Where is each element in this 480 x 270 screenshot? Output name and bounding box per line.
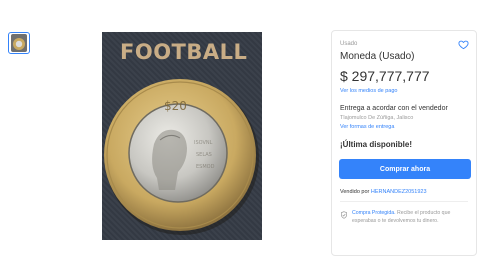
protected-purchase-link[interactable]: Compra Protegida. (352, 210, 396, 216)
buy-now-button[interactable]: Comprar ahora (339, 159, 471, 179)
seller-prefix: Vendido por (340, 189, 371, 195)
svg-text:SELAS: SELAS (196, 152, 212, 158)
payment-methods-link[interactable]: Ver los medios de pago (340, 88, 397, 94)
main-product-image[interactable]: FOOTBALL ISOVNL SELAS ESMOD $20 (102, 32, 262, 240)
condition-label: Usado (340, 41, 358, 47)
delivery-methods-link[interactable]: Ver formas de entrega (340, 124, 394, 130)
protected-purchase-text: Compra Protegida. Recibe el producto que… (352, 210, 470, 226)
product-title: Moneda (Usado) (340, 51, 415, 62)
svg-text:ESMOD: ESMOD (196, 164, 215, 170)
seller-line: Vendido por HERNANDEZ2051923 (340, 189, 427, 195)
svg-text:$20: $20 (164, 99, 187, 113)
divider (340, 201, 468, 202)
thumbnail-photo (11, 34, 27, 52)
heart-outline-icon[interactable] (458, 39, 469, 50)
svg-text:ISOVNL: ISOVNL (194, 140, 213, 146)
thumbnail-image[interactable] (8, 32, 30, 54)
seller-location: Tlajomulco De Zúñiga, Jalisco (340, 115, 414, 121)
coin-photo: ISOVNL SELAS ESMOD $20 (104, 79, 259, 235)
thumbnail-coin (13, 38, 25, 50)
availability-label: ¡Última disponible! (340, 140, 412, 149)
delivery-info: Entrega a acordar con el vendedor (340, 105, 448, 112)
seller-name-link[interactable]: HERNANDEZ2051923 (371, 189, 427, 195)
purchase-panel: Usado Moneda (Usado) $ 297,777,777 Ver l… (331, 30, 477, 256)
shield-check-icon (341, 211, 347, 219)
product-price: $ 297,777,777 (340, 68, 430, 84)
